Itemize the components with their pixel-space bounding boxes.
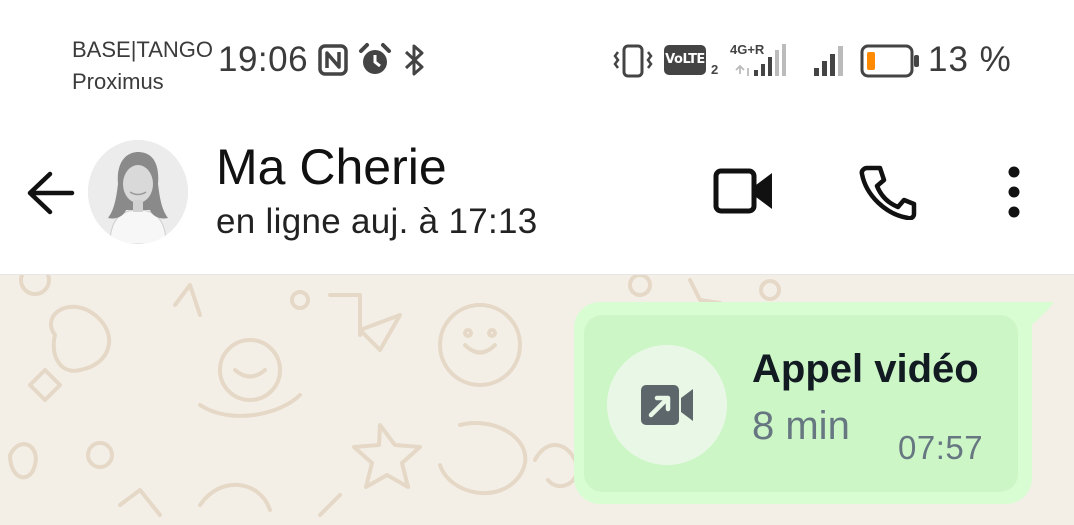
carrier-name-1: BASE|TANGO xyxy=(72,37,214,62)
signal-sim2-icon xyxy=(735,44,786,76)
volte-icon: VoLTE xyxy=(664,45,706,75)
status-clock: 19:06 xyxy=(218,40,309,79)
carrier-name-2: Proximus xyxy=(72,69,164,94)
volte-sim-number: 2 xyxy=(711,62,719,77)
alarm-icon xyxy=(359,43,391,74)
chat-header: Ma Cherie en ligne auj. à 17:13 xyxy=(0,118,1074,275)
last-seen-status: en ligne auj. à 17:13 xyxy=(216,202,538,241)
battery-percent: 13 % xyxy=(928,40,1012,79)
contact-avatar[interactable] xyxy=(88,140,188,244)
carrier-info: BASE|TANGO Proximus xyxy=(72,34,213,98)
more-options-icon[interactable] xyxy=(1000,166,1028,218)
bubble-tail xyxy=(1030,302,1054,326)
status-bar: BASE|TANGO Proximus 19:06 VoLTE 2 4G+R 1… xyxy=(0,0,1074,118)
message-timestamp: 07:57 xyxy=(898,429,984,466)
call-duration: 8 min xyxy=(752,404,850,448)
call-icon-container xyxy=(607,345,727,465)
nfc-icon xyxy=(318,44,348,76)
message-bubble-outgoing[interactable]: Appel vidéo 8 min 07:57 xyxy=(574,302,1074,508)
video-call-icon[interactable] xyxy=(712,166,776,216)
call-card[interactable]: Appel vidéo 8 min 07:57 xyxy=(584,315,1018,492)
contact-name[interactable]: Ma Cherie xyxy=(216,138,447,196)
call-type-label: Appel vidéo xyxy=(752,347,979,391)
phone-call-icon[interactable] xyxy=(858,164,918,220)
back-arrow-icon[interactable] xyxy=(22,168,78,218)
signal-sim1-icon xyxy=(814,46,843,76)
bluetooth-icon xyxy=(404,44,424,76)
outgoing-video-call-icon xyxy=(641,385,693,425)
battery-icon xyxy=(860,44,919,78)
vibrate-icon xyxy=(613,44,653,78)
